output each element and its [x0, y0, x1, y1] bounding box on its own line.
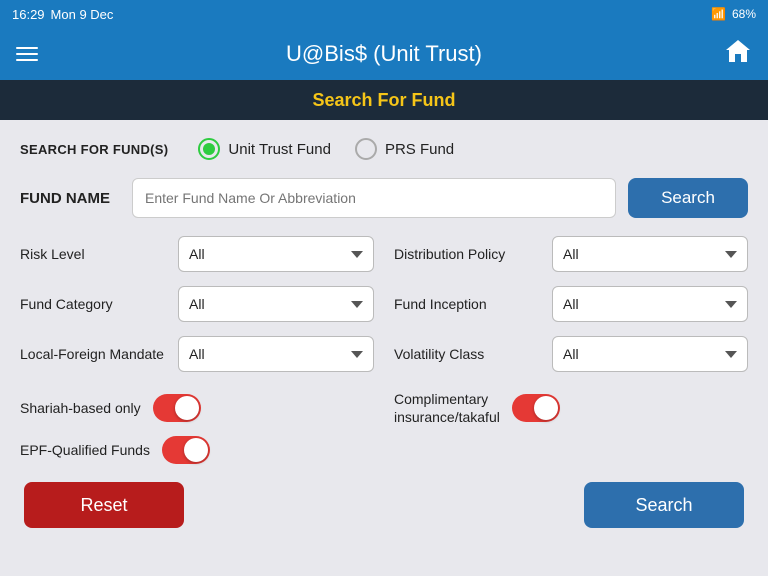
app-title: U@Bis$ (Unit Trust)	[286, 41, 482, 67]
hamburger-line-3	[16, 59, 38, 61]
filter-distribution-policy-label: Distribution Policy	[394, 246, 544, 262]
filter-volatility-class-select[interactable]: All	[552, 336, 748, 372]
header: U@Bis$ (Unit Trust)	[0, 28, 768, 80]
toggle-epf-label: EPF-Qualified Funds	[20, 442, 150, 458]
status-bar-left: 16:29 Mon 9 Dec	[12, 7, 113, 22]
filter-volatility-class-label: Volatility Class	[394, 346, 544, 362]
filter-fund-category: Fund Category All	[20, 286, 374, 322]
fund-name-label: FUND NAME	[20, 190, 120, 207]
filter-fund-inception-label: Fund Inception	[394, 296, 544, 312]
fund-type-section: SEARCH FOR FUND(S) Unit Trust Fund PRS F…	[20, 138, 748, 160]
filter-fund-inception-select[interactable]: All	[552, 286, 748, 322]
toggle-epf-row: EPF-Qualified Funds	[20, 436, 374, 464]
filter-distribution-policy: Distribution Policy All	[394, 236, 748, 272]
bottom-buttons: Reset Search	[20, 482, 748, 528]
toggle-shariah-switch[interactable]	[153, 394, 201, 422]
radio-circle-prs	[355, 138, 377, 160]
filter-grid: Risk Level All Distribution Policy All F…	[20, 236, 748, 372]
radio-unit-trust[interactable]: Unit Trust Fund	[198, 138, 331, 160]
filter-local-foreign-mandate-label: Local-Foreign Mandate	[20, 346, 170, 362]
filter-risk-level-label: Risk Level	[20, 246, 170, 262]
toggle-insurance-label: Complimentaryinsurance/takaful	[394, 390, 500, 426]
toggle-shariah-row: Shariah-based only	[20, 390, 374, 426]
filter-risk-level-select[interactable]: All	[178, 236, 374, 272]
search-button[interactable]: Search	[584, 482, 744, 528]
radio-label-prs: PRS Fund	[385, 141, 454, 158]
page-title: Search For Fund	[312, 90, 455, 111]
battery-indicator: 68%	[732, 7, 756, 21]
filter-local-foreign-mandate-select[interactable]: All	[178, 336, 374, 372]
hamburger-line-2	[16, 53, 38, 55]
reset-button[interactable]: Reset	[24, 482, 184, 528]
radio-label-unit-trust: Unit Trust Fund	[228, 141, 331, 158]
status-date: Mon 9 Dec	[51, 7, 114, 22]
radio-prs[interactable]: PRS Fund	[355, 138, 454, 160]
filter-volatility-class: Volatility Class All	[394, 336, 748, 372]
toggle-insurance-row: Complimentaryinsurance/takaful	[394, 390, 748, 426]
filter-fund-inception: Fund Inception All	[394, 286, 748, 322]
fund-type-label: SEARCH FOR FUND(S)	[20, 142, 168, 157]
filter-local-foreign-mandate: Local-Foreign Mandate All	[20, 336, 374, 372]
main-content: SEARCH FOR FUND(S) Unit Trust Fund PRS F…	[0, 120, 768, 542]
home-button[interactable]	[724, 38, 752, 70]
filter-fund-category-select[interactable]: All	[178, 286, 374, 322]
toggle-section: Shariah-based only Complimentaryinsuranc…	[20, 390, 748, 464]
hamburger-button[interactable]	[16, 47, 38, 61]
status-bar-right: 📶 68%	[711, 7, 756, 21]
sub-header: Search For Fund	[0, 80, 768, 120]
fund-name-input[interactable]	[132, 178, 616, 218]
filter-fund-category-label: Fund Category	[20, 296, 170, 312]
hamburger-line-1	[16, 47, 38, 49]
toggle-shariah-label: Shariah-based only	[20, 400, 141, 416]
toggle-insurance-switch[interactable]	[512, 394, 560, 422]
fund-name-search-button[interactable]: Search	[628, 178, 748, 218]
radio-circle-unit-trust	[198, 138, 220, 160]
filter-risk-level: Risk Level All	[20, 236, 374, 272]
wifi-icon: 📶	[711, 7, 726, 21]
toggle-epf-switch[interactable]	[162, 436, 210, 464]
fund-type-radio-group: Unit Trust Fund PRS Fund	[198, 138, 454, 160]
fund-name-row: FUND NAME Search	[20, 178, 748, 218]
filter-distribution-policy-select[interactable]: All	[552, 236, 748, 272]
status-time: 16:29	[12, 7, 45, 22]
status-bar: 16:29 Mon 9 Dec 📶 68%	[0, 0, 768, 28]
